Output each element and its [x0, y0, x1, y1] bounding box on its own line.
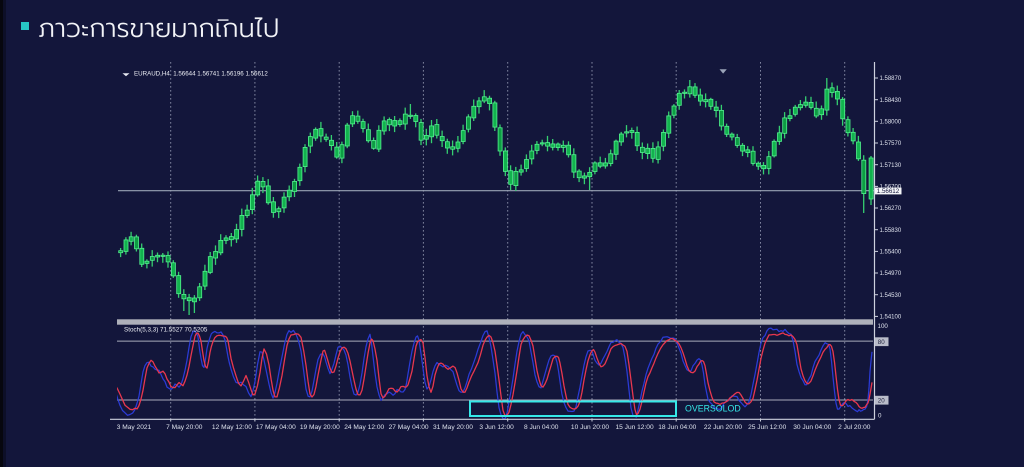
- svg-text:25 Jun 12:00: 25 Jun 12:00: [748, 424, 786, 431]
- svg-text:100: 100: [878, 323, 889, 330]
- svg-text:1.58000: 1.58000: [880, 120, 902, 126]
- svg-text:27 May 04:00: 27 May 04:00: [389, 424, 429, 431]
- svg-text:1.54530: 1.54530: [880, 293, 902, 299]
- svg-text:15 Jun 12:00: 15 Jun 12:00: [616, 424, 654, 431]
- svg-text:1.58870: 1.58870: [880, 76, 902, 82]
- svg-text:17 May 04:00: 17 May 04:00: [256, 424, 296, 431]
- svg-text:EURAUD,H4 1.56644 1.56741 1.5: EURAUD,H4 1.56644 1.56741 1.56196 1.5661…: [134, 70, 268, 77]
- svg-text:OVERSOLOD: OVERSOLOD: [685, 404, 741, 414]
- svg-text:1.54970: 1.54970: [880, 271, 902, 277]
- svg-text:3 May 2021: 3 May 2021: [117, 424, 152, 431]
- svg-text:12 May 12:00: 12 May 12:00: [212, 424, 252, 431]
- svg-text:19 May 20:00: 19 May 20:00: [300, 424, 340, 431]
- svg-text:18 Jun 04:00: 18 Jun 04:00: [658, 424, 696, 431]
- svg-text:1.55830: 1.55830: [880, 228, 902, 234]
- svg-text:1.57570: 1.57570: [880, 141, 902, 147]
- svg-text:1.55400: 1.55400: [880, 250, 902, 256]
- svg-text:10 Jun 20:00: 10 Jun 20:00: [571, 424, 609, 431]
- svg-text:Stoch(5,3,3) 71.5527 70.5205: Stoch(5,3,3) 71.5527 70.5205: [124, 327, 208, 334]
- svg-text:2 Jul 20:00: 2 Jul 20:00: [838, 424, 871, 431]
- svg-text:1.56270: 1.56270: [880, 206, 902, 212]
- svg-text:1.58430: 1.58430: [880, 98, 902, 104]
- svg-text:30 Jun 04:00: 30 Jun 04:00: [793, 424, 831, 431]
- svg-text:31 May 20:00: 31 May 20:00: [433, 424, 473, 431]
- svg-text:1.56612: 1.56612: [877, 188, 900, 195]
- svg-text:24 May 12:00: 24 May 12:00: [344, 424, 384, 431]
- svg-text:1.57130: 1.57130: [880, 163, 902, 169]
- svg-text:20: 20: [878, 397, 885, 404]
- svg-text:8 Jun 04:00: 8 Jun 04:00: [524, 424, 559, 431]
- svg-text:0: 0: [878, 413, 882, 420]
- svg-text:80: 80: [878, 339, 885, 346]
- svg-text:7 May 20:00: 7 May 20:00: [166, 424, 203, 431]
- svg-text:3 Jun 12:00: 3 Jun 12:00: [479, 424, 514, 431]
- svg-text:1.54100: 1.54100: [880, 315, 902, 321]
- svg-text:22 Jun 20:00: 22 Jun 20:00: [704, 424, 742, 431]
